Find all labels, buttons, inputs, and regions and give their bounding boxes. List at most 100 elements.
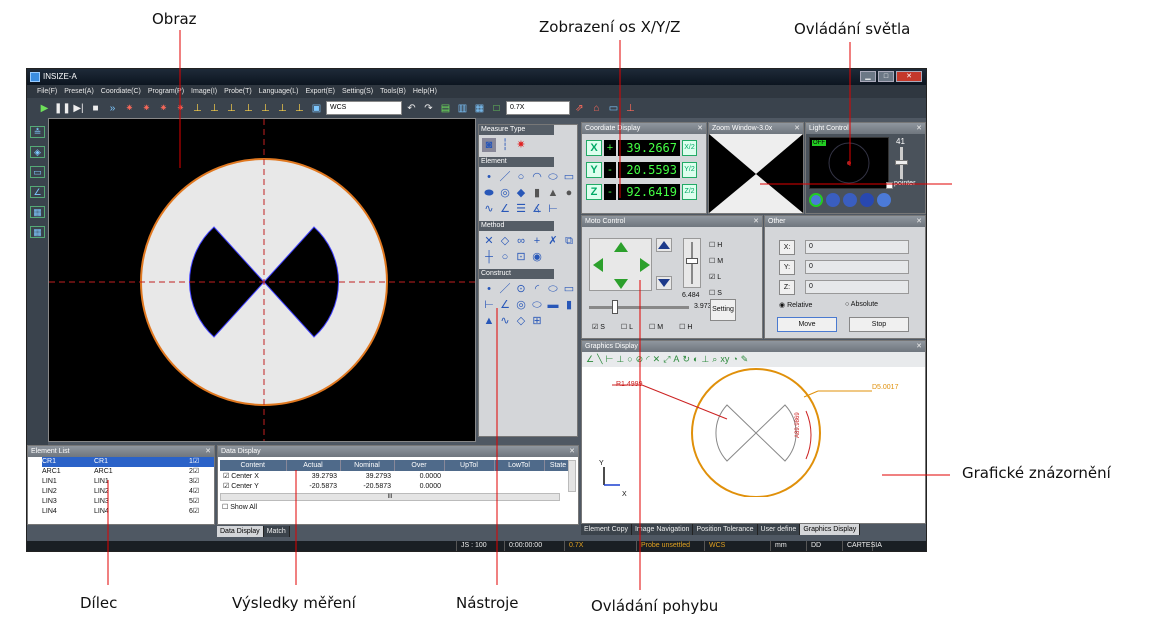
y-input[interactable]: 0 bbox=[805, 260, 909, 274]
menu-tools[interactable]: Tools(B) bbox=[380, 85, 406, 98]
jog-down-button[interactable] bbox=[612, 276, 628, 290]
point-icon[interactable]: • bbox=[482, 170, 496, 184]
step-icon[interactable]: ▶| bbox=[71, 101, 86, 116]
c-plane-icon[interactable]: ▬ bbox=[546, 298, 560, 312]
light-slider-handle[interactable] bbox=[895, 160, 908, 165]
c-ring-icon[interactable]: ◎ bbox=[514, 298, 528, 312]
play-icon[interactable]: ▶ bbox=[37, 101, 52, 116]
check-bottom-h[interactable]: ☐ H bbox=[679, 323, 692, 331]
angle-icon[interactable]: ∠ bbox=[30, 186, 45, 198]
check-bottom-s[interactable]: ☑ S bbox=[592, 323, 605, 331]
y-label-button[interactable]: Y: bbox=[779, 260, 795, 275]
show-all-checkbox[interactable]: ☐ Show All bbox=[222, 503, 257, 511]
jog-up-button[interactable] bbox=[612, 240, 628, 254]
c-rect-icon[interactable]: ▭ bbox=[562, 282, 576, 296]
relative-radio[interactable]: ◉ Relative bbox=[779, 301, 812, 309]
coord-system-select[interactable]: WCS bbox=[326, 101, 402, 115]
undo-icon[interactable]: ↶ bbox=[404, 101, 419, 116]
vertical-scrollbar[interactable] bbox=[568, 460, 576, 492]
coord-tool7-icon[interactable]: ⊥ bbox=[292, 101, 307, 116]
rhombus-icon[interactable]: ◇ bbox=[498, 234, 512, 248]
tab-image-navigation[interactable]: Image Navigation bbox=[631, 524, 694, 535]
c-grid-icon[interactable]: ⊞ bbox=[530, 314, 544, 328]
tab-match[interactable]: Match bbox=[263, 526, 290, 537]
c-angle-icon[interactable]: ∠ bbox=[498, 298, 512, 312]
menu-probe[interactable]: Probe(T) bbox=[224, 85, 252, 98]
g-x-icon[interactable]: ✕ bbox=[653, 352, 661, 367]
image-tool-icon[interactable]: ▤ bbox=[438, 101, 453, 116]
rectangle-icon[interactable]: ▭ bbox=[562, 170, 576, 184]
y-axis-icon[interactable]: Y bbox=[586, 161, 602, 178]
list-item[interactable]: LIN3 LIN3 5 ☑ bbox=[42, 497, 214, 507]
g-line-icon[interactable]: ╲ bbox=[597, 352, 602, 367]
close-icon[interactable]: ✕ bbox=[916, 341, 922, 352]
z-input[interactable]: 0 bbox=[805, 280, 909, 294]
minimize-button[interactable]: ▁ bbox=[860, 71, 876, 82]
check-bottom-m[interactable]: ☐ M bbox=[649, 323, 663, 331]
point-tool3-icon[interactable]: ⁕ bbox=[156, 101, 171, 116]
c-line-icon[interactable]: ／ bbox=[498, 282, 512, 296]
width-icon[interactable]: ⊢ bbox=[546, 202, 560, 216]
maximize-button[interactable]: □ bbox=[878, 71, 894, 82]
g-brush-icon[interactable]: ✎ bbox=[741, 352, 749, 367]
menu-export[interactable]: Export(E) bbox=[305, 85, 335, 98]
c-diamond-icon[interactable]: ◇ bbox=[514, 314, 528, 328]
light-mode4-icon[interactable] bbox=[860, 193, 874, 207]
image-tool4-icon[interactable]: □ bbox=[489, 101, 504, 116]
frame-icon[interactable]: ⊡ bbox=[514, 250, 528, 264]
light-ring[interactable]: OFF bbox=[809, 137, 889, 189]
light-mode3-icon[interactable] bbox=[843, 193, 857, 207]
jog-right-button[interactable] bbox=[634, 256, 650, 270]
house-icon[interactable]: ⌂ bbox=[589, 101, 604, 116]
point-tool4-icon[interactable]: ⁕ bbox=[173, 101, 188, 116]
coord-tool2-icon[interactable]: ⊥ bbox=[207, 101, 222, 116]
diamond-icon[interactable]: ◆ bbox=[514, 186, 528, 200]
close-icon[interactable]: ✕ bbox=[916, 216, 922, 227]
chain-icon[interactable]: ∞ bbox=[514, 234, 528, 248]
sphere-icon[interactable]: ● bbox=[562, 186, 576, 200]
menu-preset[interactable]: Preset(A) bbox=[64, 85, 94, 98]
menu-help[interactable]: Help(H) bbox=[413, 85, 437, 98]
arc-icon[interactable]: ◠ bbox=[530, 170, 544, 184]
speed-slider[interactable] bbox=[683, 238, 701, 288]
x-zero-icon[interactable]: X/2 bbox=[682, 139, 697, 156]
close-icon[interactable]: ✕ bbox=[794, 123, 800, 134]
step-slider[interactable] bbox=[589, 306, 689, 309]
ellipse-icon[interactable]: ⬭ bbox=[546, 170, 560, 184]
absolute-radio[interactable]: ○ Absolute bbox=[845, 301, 878, 308]
g-angle-icon[interactable]: ∠ bbox=[586, 352, 594, 367]
cone-icon[interactable]: ▲ bbox=[546, 186, 560, 200]
c-circle-icon[interactable]: ⊙ bbox=[514, 282, 528, 296]
crosshair-icon[interactable]: ┼ bbox=[482, 250, 496, 264]
angle-tool-icon[interactable]: ∠ bbox=[498, 202, 512, 216]
g-diam-icon[interactable]: ⊘ bbox=[636, 352, 644, 367]
coord-tool3-icon[interactable]: ⊥ bbox=[224, 101, 239, 116]
g-view-icon[interactable]: ◐ bbox=[693, 352, 698, 367]
check-l[interactable]: ☑ L bbox=[709, 270, 723, 286]
g-color-icon[interactable]: ◔ bbox=[732, 352, 737, 367]
cross-icon[interactable]: ✕ bbox=[482, 234, 496, 248]
check-m[interactable]: ☐ M bbox=[709, 254, 723, 270]
check-bottom-l[interactable]: ☐ L bbox=[621, 323, 633, 331]
list-item[interactable]: CR1 CR1 1 ☑ bbox=[42, 457, 214, 467]
light-mode5-icon[interactable] bbox=[877, 193, 891, 207]
angle2-icon[interactable]: ∡ bbox=[530, 202, 544, 216]
save-icon[interactable]: ▣ bbox=[309, 101, 324, 116]
g-circle-icon[interactable]: ○ bbox=[627, 352, 632, 367]
pointer-checkbox[interactable] bbox=[886, 182, 893, 189]
image-tool3-icon[interactable]: ▦ bbox=[472, 101, 487, 116]
probe-tool-icon[interactable]: ┆ bbox=[498, 138, 512, 152]
x-method-icon[interactable]: ✗ bbox=[546, 234, 560, 248]
menu-file[interactable]: File(F) bbox=[37, 85, 57, 98]
forward-icon[interactable]: » bbox=[105, 101, 120, 116]
tab-position-tolerance[interactable]: Position Tolerance bbox=[693, 524, 758, 535]
coord-tool4-icon[interactable]: ⊥ bbox=[241, 101, 256, 116]
z-label-button[interactable]: Z: bbox=[779, 280, 795, 295]
menu-image[interactable]: Image(I) bbox=[191, 85, 217, 98]
close-icon[interactable]: ✕ bbox=[916, 123, 922, 134]
camera-icon[interactable]: ◙ bbox=[482, 138, 496, 152]
c-curve-icon[interactable]: ∿ bbox=[498, 314, 512, 328]
list-item[interactable]: LIN4 LIN4 6 ☑ bbox=[42, 507, 214, 517]
probe-icon[interactable]: ⇗ bbox=[572, 101, 587, 116]
c-arc-icon[interactable]: ◜ bbox=[530, 282, 544, 296]
